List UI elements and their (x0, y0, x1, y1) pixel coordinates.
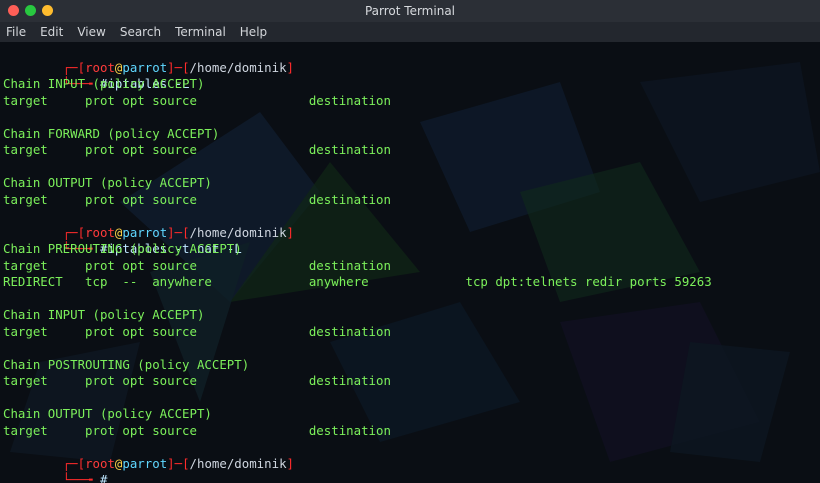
menu-view[interactable]: View (77, 25, 105, 39)
prompt-host: parrot (122, 224, 168, 240)
menu-terminal[interactable]: Terminal (175, 25, 226, 39)
output-line: target prot opt source destination (3, 92, 391, 108)
menu-help[interactable]: Help (240, 25, 267, 39)
menu-search[interactable]: Search (120, 25, 161, 39)
menu-bar: File Edit View Search Terminal Help (0, 22, 820, 42)
title-bar: Parrot Terminal (0, 0, 820, 22)
prompt-user: root (85, 59, 115, 75)
command-text: # (100, 472, 108, 483)
window-title: Parrot Terminal (364, 4, 456, 18)
prompt-line: ┌─[root@parrot]─[/home/dominik] (62, 455, 294, 471)
terminal-area[interactable]: ┌─[root@parrot]─[/home/dominik] └──╼ #ip… (0, 42, 820, 483)
output-line: target prot opt source destination (3, 373, 391, 388)
prompt-line: ┌─[root@parrot]─[/home/dominik] (62, 59, 294, 75)
prompt-user: root (85, 455, 115, 471)
output-line: REDIRECT tcp -- anywhere anywhere tcp dp… (3, 274, 712, 289)
prompt-host: parrot (122, 455, 168, 471)
output-line: target prot opt source destination (3, 257, 391, 273)
close-button[interactable] (8, 5, 19, 16)
output-line: Chain INPUT (policy ACCEPT) (3, 76, 205, 91)
prompt-host: parrot (122, 59, 168, 75)
prompt-user: root (85, 224, 115, 240)
prompt-path: /home/dominik (189, 455, 287, 471)
prompt-line: ┌─[root@parrot]─[/home/dominik] (62, 224, 294, 240)
output-line: Chain OUTPUT (policy ACCEPT) (3, 175, 212, 190)
menu-file[interactable]: File (6, 25, 26, 39)
prompt-path: /home/dominik (189, 59, 287, 75)
output-line: Chain OUTPUT (policy ACCEPT) (3, 406, 212, 421)
maximize-button[interactable] (42, 5, 53, 16)
output-line: Chain FORWARD (policy ACCEPT) (3, 125, 220, 141)
terminal-window: Parrot Terminal File Edit View Search Te… (0, 0, 820, 483)
output-line: Chain POSTROUTING (policy ACCEPT) (3, 356, 250, 372)
minimize-button[interactable] (25, 5, 36, 16)
output-line: target prot opt source destination (3, 191, 391, 207)
menu-edit[interactable]: Edit (40, 25, 63, 39)
output-line: target prot opt source destination (3, 422, 391, 438)
output-line: target prot opt source destination (3, 323, 391, 339)
output-line: Chain PREROUTING (policy ACCEPT) (3, 241, 242, 256)
window-controls (8, 5, 53, 16)
prompt-path: /home/dominik (189, 224, 287, 240)
output-line: target prot opt source destination (3, 142, 391, 157)
output-line: Chain INPUT (policy ACCEPT) (3, 307, 205, 322)
terminal-output: ┌─[root@parrot]─[/home/dominik] └──╼ #ip… (3, 43, 712, 483)
